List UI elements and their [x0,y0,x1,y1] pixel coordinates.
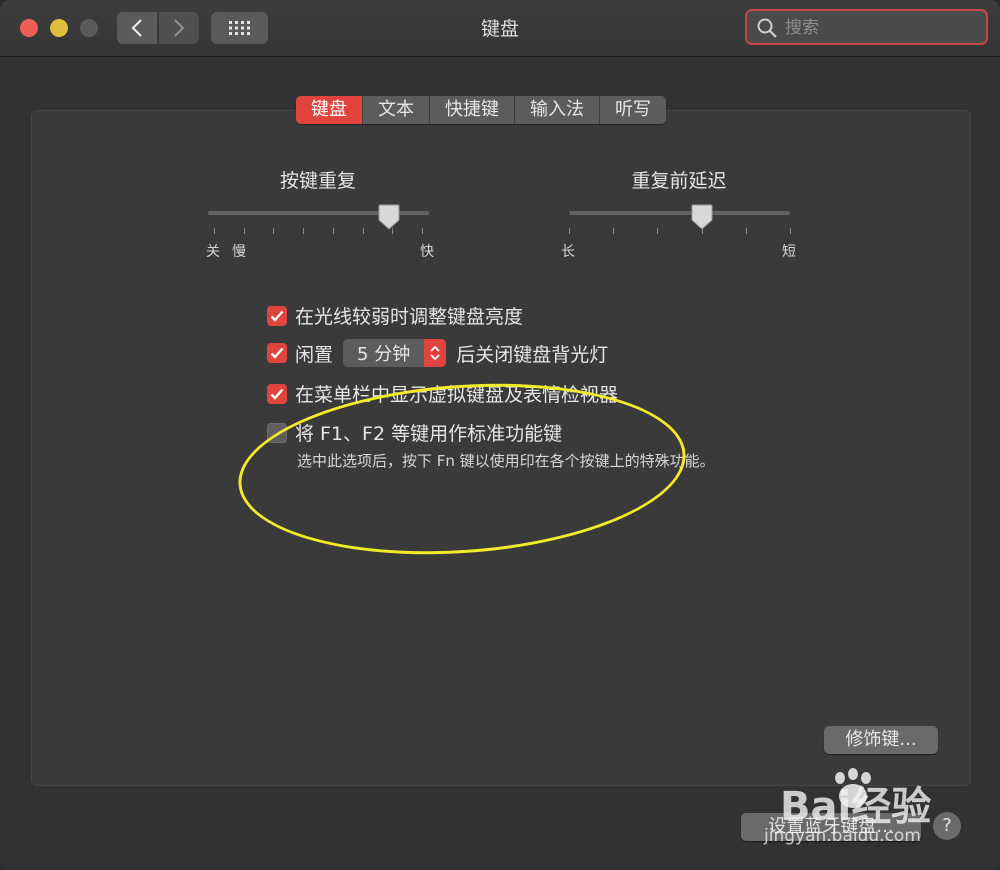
search-input[interactable] [783,15,982,41]
slider-tick [657,228,658,234]
show-viewer-label: 在菜单栏中显示虚拟键盘及表情检视器 [295,384,619,406]
help-button[interactable]: ? [933,812,961,840]
checkmark-icon [270,388,284,400]
slider-tick [214,228,215,234]
delay-until-repeat-title: 重复前延迟 [631,170,727,192]
delay-short-label: 短 [782,244,796,260]
tab-bar: 键盘 文本 快捷键 输入法 听写 [296,96,666,124]
slider-tick [702,228,703,234]
checkmark-icon [270,347,284,359]
tab-dictation[interactable]: 听写 [600,96,666,124]
bluetooth-keyboard-button[interactable]: 设置蓝牙键盘... [741,813,921,841]
chevron-left-icon [131,19,142,37]
tab-text[interactable]: 文本 [363,96,430,124]
slider-tick [569,228,570,234]
show-viewer-option[interactable]: 在菜单栏中显示虚拟键盘及表情检视器 [267,380,618,407]
delay-long-label: 长 [561,244,575,260]
key-repeat-title: 按键重复 [279,170,356,192]
search-icon [757,18,777,38]
adjust-brightness-option[interactable]: 在光线较弱时调整键盘亮度 [267,302,523,329]
keyboard-panel [31,110,971,786]
checkmark-icon [270,310,284,322]
zoom-window-button[interactable] [80,19,98,37]
adjust-brightness-label: 在光线较弱时调整键盘亮度 [295,306,524,328]
adjust-brightness-checkbox[interactable] [267,305,287,326]
key-repeat-off-label: 关 [206,244,220,260]
tab-shortcuts[interactable]: 快捷键 [430,96,515,124]
slider-tick [422,228,423,234]
backlight-off-checkbox[interactable] [267,343,287,363]
idle-time-value: 5 分钟 [357,344,411,365]
key-repeat-slider-thumb[interactable] [378,204,400,230]
search-field[interactable] [745,9,988,45]
backlight-off-prefix: 闲置 [295,343,334,366]
fn-keys-label: 将 F1、F2 等键用作标准功能键 [295,423,563,445]
forward-button[interactable] [159,12,199,44]
grid-icon [228,21,250,35]
backlight-off-suffix: 后关闭键盘背光灯 [456,343,609,366]
stepper-arrows-icon [424,339,447,367]
fn-keys-hint: 选中此选项后，按下 Fn 键以使用印在各个按键上的特殊功能。 [297,452,715,470]
show-viewer-checkbox[interactable] [267,383,287,404]
slider-tick [613,228,614,234]
chevron-right-icon [174,19,185,37]
preferences-window: 键盘 键盘 文本 快捷键 输入法 听写 按键重复 关 慢 快 重复前延迟 长 短 [0,0,1000,870]
slider-tick [273,228,274,234]
window-title: 键盘 [480,18,519,40]
slider-tick [333,228,334,234]
slider-tick [392,228,393,234]
back-button[interactable] [117,12,157,44]
backlight-off-option[interactable]: 闲置 5 分钟 后关闭键盘背光灯 [267,339,608,367]
key-repeat-fast-label: 快 [420,244,434,260]
slider-tick [303,228,304,234]
slider-tick [244,228,245,234]
key-repeat-slow-label: 慢 [232,244,246,260]
tab-keyboard[interactable]: 键盘 [296,96,363,124]
slider-tick [790,228,791,234]
minimize-window-button[interactable] [50,19,68,37]
delay-until-repeat-slider-thumb[interactable] [691,204,713,230]
tab-input-sources[interactable]: 输入法 [515,96,600,124]
slider-tick [746,228,747,234]
navigation-buttons [117,12,199,44]
fn-keys-checkbox[interactable] [267,422,287,443]
delay-until-repeat-track[interactable] [569,211,790,215]
close-window-button[interactable] [20,19,38,37]
fn-keys-option[interactable]: 将 F1、F2 等键用作标准功能键 [267,419,562,446]
idle-time-select[interactable]: 5 分钟 [343,339,447,367]
titlebar: 键盘 [0,0,1000,57]
modifier-keys-button[interactable]: 修饰键... [824,726,938,754]
show-all-button[interactable] [211,12,268,44]
slider-tick [363,228,364,234]
